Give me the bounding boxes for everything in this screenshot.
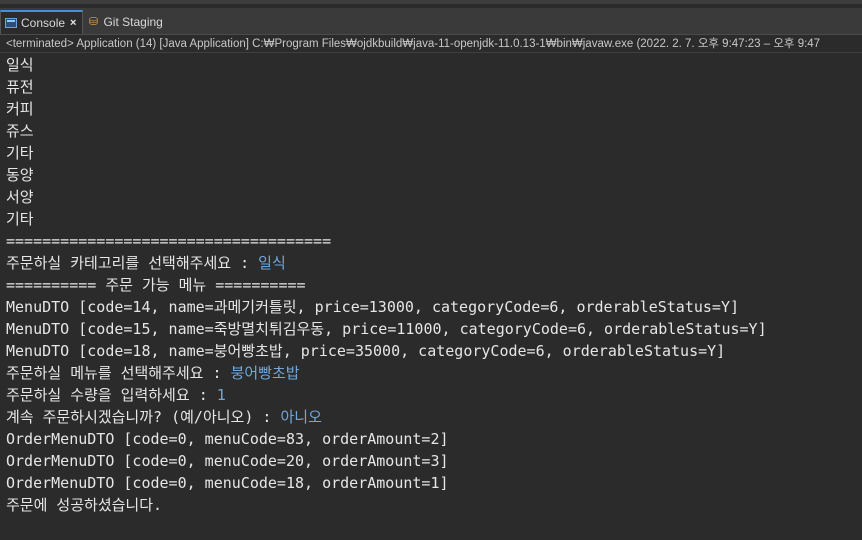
- tab-git-staging[interactable]: ⛁ Git Staging: [83, 10, 168, 34]
- tab-git-staging-label: Git Staging: [103, 15, 163, 29]
- console-line-text: MenuDTO [code=15, name=죽방멸치튀김우동, price=1…: [6, 320, 767, 338]
- console-user-input: 1: [216, 386, 226, 404]
- console-line: 커피: [6, 98, 862, 120]
- console-line-text: 서양: [6, 188, 34, 206]
- console-line-text: 쥬스: [6, 122, 34, 140]
- process-status-line: <terminated> Application (14) [Java Appl…: [0, 35, 862, 53]
- console-line-text: 일식: [6, 56, 34, 74]
- console-line-text: OrderMenuDTO [code=0, menuCode=20, order…: [6, 452, 449, 470]
- console-line-text: 주문하실 메뉴를 선택해주세요 :: [6, 364, 231, 382]
- console-line-text: MenuDTO [code=18, name=붕어빵초밥, price=3500…: [6, 342, 726, 360]
- git-staging-icon: ⛁: [88, 16, 99, 28]
- console-line: 주문하실 수량을 입력하세요 : 1: [6, 384, 862, 406]
- console-line-text: MenuDTO [code=14, name=과메기커틀릿, price=130…: [6, 298, 740, 316]
- console-line-text: 커피: [6, 100, 34, 118]
- console-line: OrderMenuDTO [code=0, menuCode=18, order…: [6, 472, 862, 494]
- console-line: 동양: [6, 164, 862, 186]
- console-line: 주문하실 메뉴를 선택해주세요 : 붕어빵초밥: [6, 362, 862, 384]
- console-icon: [5, 18, 17, 28]
- view-tab-bar: Console × ⛁ Git Staging: [0, 8, 862, 35]
- console-line: OrderMenuDTO [code=0, menuCode=20, order…: [6, 450, 862, 472]
- console-line: 일식: [6, 54, 862, 76]
- console-line: OrderMenuDTO [code=0, menuCode=83, order…: [6, 428, 862, 450]
- console-line-text: 퓨전: [6, 78, 34, 96]
- console-line-text: 주문에 성공하셨습니다.: [6, 496, 163, 514]
- console-line: 쥬스: [6, 120, 862, 142]
- console-line: 퓨전: [6, 76, 862, 98]
- console-line: ========== 주문 가능 메뉴 ==========: [6, 274, 862, 296]
- console-line: 서양: [6, 186, 862, 208]
- console-line: MenuDTO [code=14, name=과메기커틀릿, price=130…: [6, 296, 862, 318]
- console-line: MenuDTO [code=18, name=붕어빵초밥, price=3500…: [6, 340, 862, 362]
- console-line-text: OrderMenuDTO [code=0, menuCode=83, order…: [6, 430, 449, 448]
- console-line-text: 주문하실 수량을 입력하세요 :: [6, 386, 217, 404]
- console-view: Console × ⛁ Git Staging <terminated> App…: [0, 0, 862, 540]
- console-line: ====================================: [6, 230, 862, 252]
- close-icon[interactable]: ×: [70, 17, 76, 29]
- console-output[interactable]: 일식 퓨전 커피 쥬스 기타 동양 서양 기타 ========================…: [0, 54, 862, 540]
- console-line: 주문하실 카테고리를 선택해주세요 : 일식: [6, 252, 862, 274]
- console-line-text: 주문하실 카테고리를 선택해주세요 :: [6, 254, 259, 272]
- console-line-text: ====================================: [6, 232, 332, 250]
- console-user-input: 일식: [258, 254, 286, 272]
- tab-console[interactable]: Console ×: [0, 10, 84, 34]
- console-line: 기타: [6, 208, 862, 230]
- console-line: MenuDTO [code=15, name=죽방멸치튀김우동, price=1…: [6, 318, 862, 340]
- tab-console-label: Console: [21, 16, 66, 30]
- console-line-text: OrderMenuDTO [code=0, menuCode=18, order…: [6, 474, 449, 492]
- console-line: 계속 주문하시겠습니까? (예/아니오) : 아니오: [6, 406, 862, 428]
- console-line-text: 계속 주문하시겠습니까? (예/아니오) :: [6, 408, 281, 426]
- console-line-text: 기타: [6, 144, 34, 162]
- console-user-input: 붕어빵초밥: [230, 364, 300, 382]
- console-line: 주문에 성공하셨습니다.: [6, 494, 862, 516]
- console-user-input: 아니오: [280, 408, 322, 426]
- console-line-text: 동양: [6, 166, 34, 184]
- console-line-text: ========== 주문 가능 메뉴 ==========: [6, 276, 306, 294]
- console-line-text: 기타: [6, 210, 34, 228]
- console-line: 기타: [6, 142, 862, 164]
